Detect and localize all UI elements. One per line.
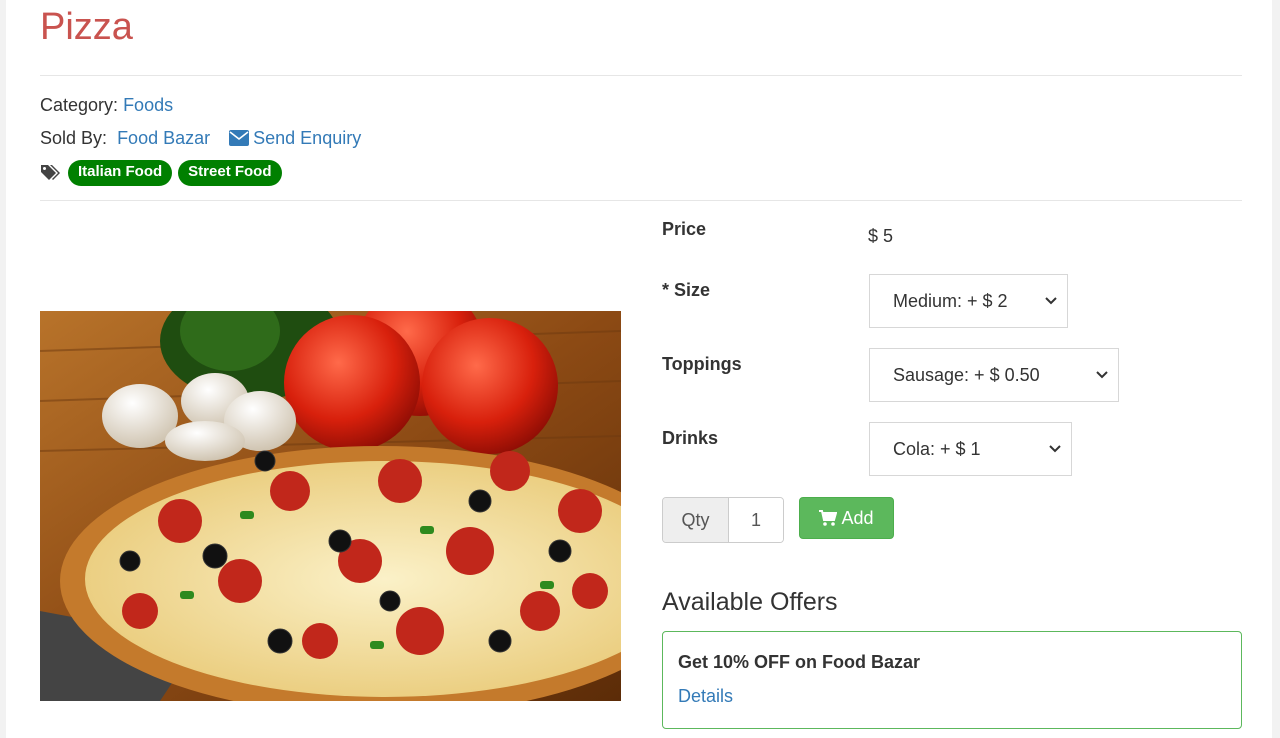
sold-by-row: Sold By: Food Bazar Send Enquiry bbox=[40, 128, 361, 149]
divider bbox=[40, 75, 1242, 76]
seller-link[interactable]: Food Bazar bbox=[117, 128, 210, 148]
chevron-down-icon bbox=[1096, 371, 1108, 379]
add-to-cart-button[interactable]: Add bbox=[799, 497, 894, 539]
product-page: Pizza Category: Foods Sold By: Food Baza… bbox=[6, 0, 1272, 738]
category-link[interactable]: Foods bbox=[123, 95, 173, 115]
tag-italian-food[interactable]: Italian Food bbox=[68, 160, 173, 186]
chevron-down-icon bbox=[1049, 445, 1061, 453]
tag-street-food[interactable]: Street Food bbox=[178, 160, 282, 186]
offers-heading: Available Offers bbox=[662, 588, 838, 616]
page-title: Pizza bbox=[40, 6, 133, 48]
cart-icon bbox=[819, 510, 838, 526]
qty-label: Qty bbox=[663, 498, 729, 542]
offer-card: Get 10% OFF on Food Bazar Details bbox=[662, 631, 1242, 729]
toppings-select-value: Sausage: + $ 0.50 bbox=[893, 364, 1040, 385]
category-label: Category: bbox=[40, 95, 119, 115]
send-enquiry-link[interactable]: Send Enquiry bbox=[215, 128, 361, 148]
offer-title: Get 10% OFF on Food Bazar bbox=[678, 652, 921, 672]
toppings-label: Toppings bbox=[662, 354, 742, 374]
envelope-icon bbox=[229, 130, 250, 146]
tags-row: Italian Food Street Food bbox=[40, 160, 282, 186]
offer-details-link[interactable]: Details bbox=[678, 686, 733, 707]
size-label: * Size bbox=[662, 280, 711, 300]
tags-icon bbox=[41, 165, 60, 180]
size-select[interactable]: Medium: + $ 2 bbox=[869, 274, 1068, 328]
divider bbox=[40, 200, 1242, 201]
price-label: Price bbox=[662, 219, 707, 239]
drinks-select[interactable]: Cola: + $ 1 bbox=[869, 422, 1072, 476]
send-enquiry-label: Send Enquiry bbox=[253, 128, 362, 148]
product-image bbox=[40, 311, 621, 701]
toppings-select[interactable]: Sausage: + $ 0.50 bbox=[869, 348, 1119, 402]
add-button-label: Add bbox=[841, 507, 874, 528]
drinks-select-value: Cola: + $ 1 bbox=[893, 438, 981, 459]
drinks-label: Drinks bbox=[662, 428, 719, 448]
chevron-down-icon bbox=[1045, 297, 1057, 305]
qty-input[interactable]: 1 bbox=[729, 498, 783, 542]
category-row: Category: Foods bbox=[40, 95, 173, 116]
sold-by-label: Sold By: bbox=[40, 128, 108, 148]
size-select-value: Medium: + $ 2 bbox=[893, 290, 1008, 311]
price-value: $ 5 bbox=[868, 226, 894, 246]
qty-group: Qty 1 bbox=[662, 497, 784, 543]
